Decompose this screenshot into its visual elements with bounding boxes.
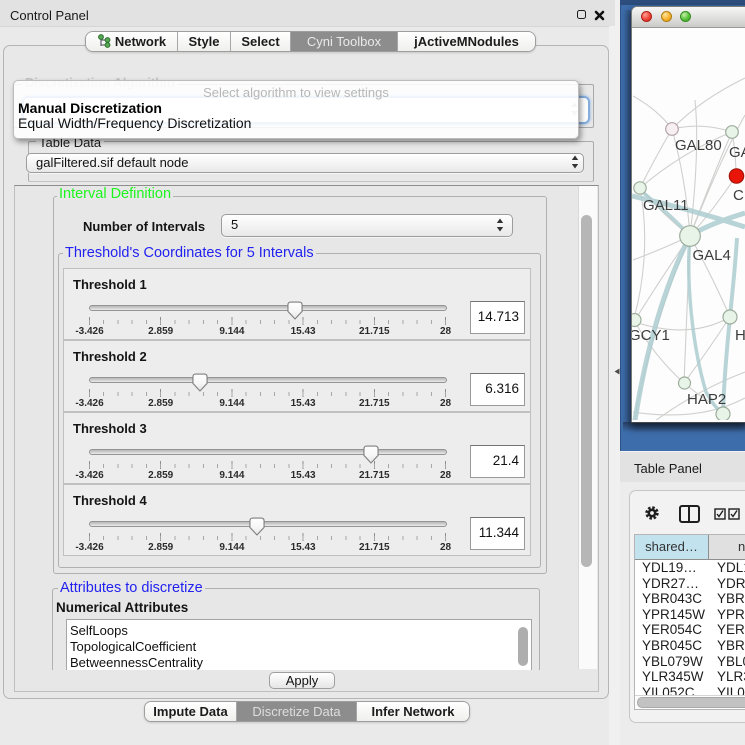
- svg-text:C: C: [733, 187, 744, 204]
- svg-text:GAL80: GAL80: [675, 137, 722, 154]
- svg-text:HAP2: HAP2: [687, 391, 726, 408]
- svg-text:GA: GA: [729, 144, 745, 161]
- svg-text:GCY1: GCY1: [632, 327, 670, 344]
- svg-text:GAL4: GAL4: [693, 247, 731, 264]
- svg-text:H: H: [735, 327, 745, 344]
- svg-text:GAL11: GAL11: [643, 197, 689, 214]
